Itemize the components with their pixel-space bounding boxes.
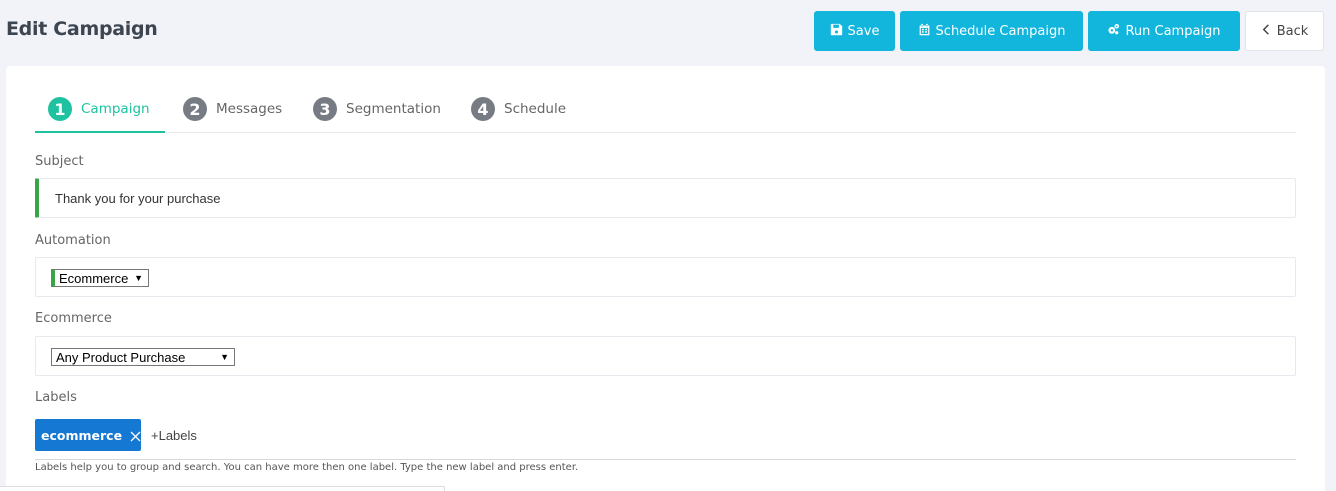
automation-label: Automation bbox=[35, 233, 111, 248]
schedule-campaign-label: Schedule Campaign bbox=[935, 23, 1066, 39]
step-number-2-icon: 2 bbox=[183, 97, 207, 121]
labels-help-text: Labels help you to group and search. You… bbox=[35, 462, 579, 473]
automation-select[interactable]: Ecommerce ▼ bbox=[51, 269, 149, 287]
save-button-label: Save bbox=[847, 23, 880, 39]
chevron-left-icon bbox=[1261, 23, 1272, 39]
tab-messages[interactable]: 2 Messages bbox=[183, 97, 282, 133]
campaign-form-card: 1 Campaign 2 Messages 3 Segmentation 4 S… bbox=[6, 66, 1325, 491]
floppy-disk-icon bbox=[830, 23, 843, 40]
labels-divider bbox=[35, 459, 1296, 460]
tab-messages-label: Messages bbox=[216, 101, 283, 117]
page-title: Edit Campaign bbox=[6, 18, 158, 40]
subject-label: Subject bbox=[35, 154, 84, 169]
bottom-panel-edge bbox=[0, 486, 445, 491]
calendar-icon bbox=[918, 23, 931, 40]
subject-value: Thank you for your purchase bbox=[55, 191, 221, 206]
toolbar: Save Schedule Campaign Run Campaign Back bbox=[814, 11, 1324, 51]
step-number-3-icon: 3 bbox=[313, 97, 337, 121]
dropdown-arrow-icon: ▼ bbox=[134, 273, 143, 283]
automation-field: Ecommerce ▼ bbox=[35, 257, 1296, 297]
schedule-campaign-button[interactable]: Schedule Campaign bbox=[900, 11, 1083, 51]
ecommerce-field: Any Product Purchase ▼ bbox=[35, 336, 1296, 376]
run-campaign-label: Run Campaign bbox=[1125, 23, 1221, 39]
tab-segmentation[interactable]: 3 Segmentation bbox=[313, 97, 441, 133]
tab-campaign[interactable]: 1 Campaign bbox=[35, 97, 165, 133]
label-tag-ecommerce: ecommerce bbox=[35, 419, 141, 451]
labels-label: Labels bbox=[35, 390, 77, 405]
automation-selected-value: Ecommerce bbox=[59, 270, 129, 286]
back-button[interactable]: Back bbox=[1245, 11, 1324, 51]
tab-schedule[interactable]: 4 Schedule bbox=[471, 97, 566, 133]
save-button[interactable]: Save bbox=[814, 11, 895, 51]
step-number-1-icon: 1 bbox=[48, 97, 72, 121]
ecommerce-label: Ecommerce bbox=[35, 311, 112, 326]
run-campaign-button[interactable]: Run Campaign bbox=[1088, 11, 1240, 51]
step-tabs: 1 Campaign 2 Messages 3 Segmentation 4 S… bbox=[35, 97, 1296, 133]
step-number-4-icon: 4 bbox=[471, 97, 495, 121]
label-tag-text: ecommerce bbox=[41, 427, 123, 443]
tab-schedule-label: Schedule bbox=[504, 101, 567, 117]
tab-segmentation-label: Segmentation bbox=[346, 101, 441, 117]
subject-field[interactable]: Thank you for your purchase bbox=[35, 178, 1296, 218]
dropdown-arrow-icon: ▼ bbox=[220, 352, 229, 362]
back-button-label: Back bbox=[1276, 23, 1309, 39]
ecommerce-selected-value: Any Product Purchase bbox=[56, 349, 186, 365]
ecommerce-select[interactable]: Any Product Purchase ▼ bbox=[51, 348, 235, 366]
remove-tag-icon[interactable] bbox=[130, 430, 141, 441]
add-labels-input[interactable]: +Labels bbox=[151, 428, 197, 443]
tab-campaign-label: Campaign bbox=[81, 101, 150, 117]
gears-icon bbox=[1107, 23, 1120, 40]
